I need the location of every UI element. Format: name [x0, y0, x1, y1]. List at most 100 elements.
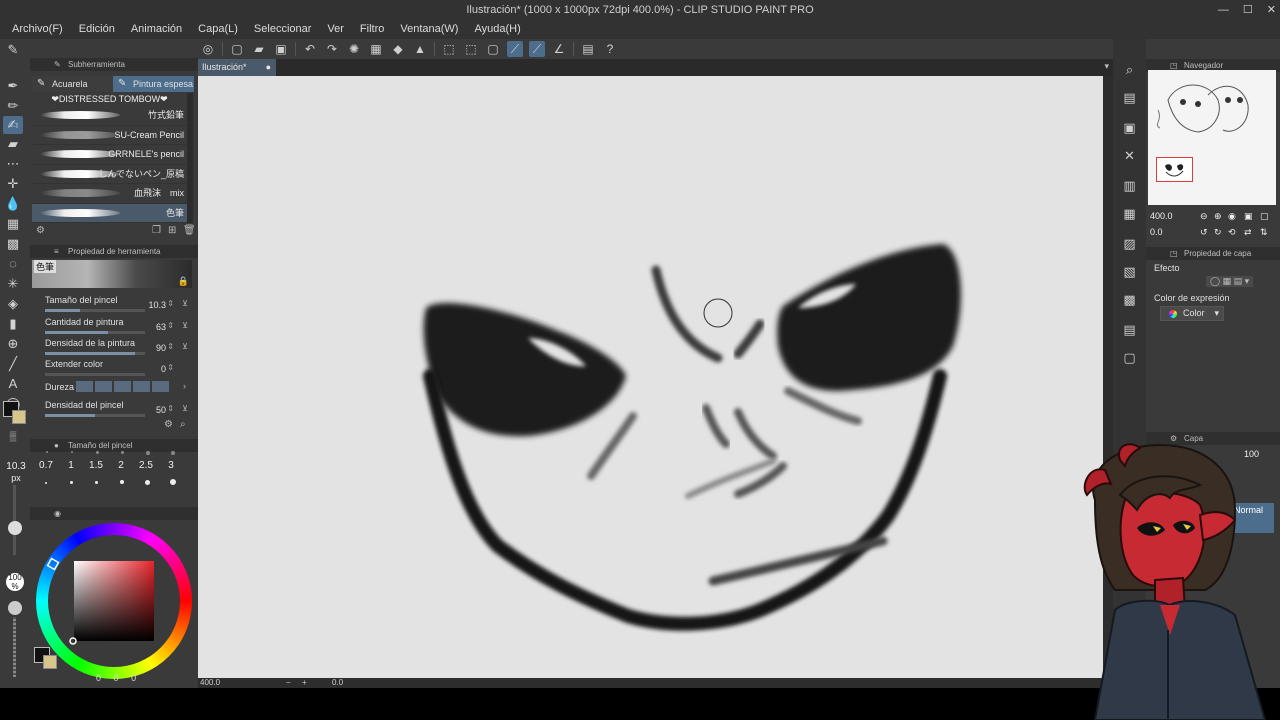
- brush-item[interactable]: 竹式鉛筆: [32, 106, 187, 126]
- lasso-tool-icon[interactable]: ◌: [3, 255, 23, 273]
- size-slider-track[interactable]: [13, 485, 16, 555]
- figure-tool-icon[interactable]: ▦: [3, 215, 23, 233]
- chevron-right-icon[interactable]: ›: [183, 381, 186, 391]
- color-value-h[interactable]: 0: [96, 673, 101, 683]
- pressure-icon[interactable]: ⊻: [182, 404, 188, 413]
- color-value-v[interactable]: 0: [131, 673, 136, 683]
- navigator-rotation-value[interactable]: 0.0: [1150, 227, 1163, 237]
- zoom-in-icon[interactable]: ⊕: [1214, 211, 1222, 222]
- clear-icon[interactable]: ▦: [368, 41, 384, 57]
- spin-icon[interactable]: ⇕: [167, 404, 174, 413]
- grid-tool-icon[interactable]: ▩: [3, 235, 23, 253]
- flip-vertical-icon[interactable]: ⇅: [1260, 227, 1268, 238]
- menu-ayuda[interactable]: Ayuda(H): [466, 20, 528, 39]
- effect-buttons[interactable]: ◯ ▦ ▤ ▾: [1206, 276, 1254, 287]
- color-value-s[interactable]: 0: [114, 673, 119, 683]
- pencil-icon[interactable]: ✏: [3, 97, 23, 115]
- brush-size-row[interactable]: Tamaño del pincel 10.3 ⇕ ⊻: [44, 294, 188, 314]
- property-bar[interactable]: [45, 373, 145, 376]
- size-preset[interactable]: 0.7: [36, 460, 56, 471]
- property-value[interactable]: 90: [156, 343, 166, 353]
- search-icon[interactable]: ⌕: [1121, 61, 1138, 78]
- opacity-slider-track[interactable]: [13, 617, 16, 677]
- property-bar[interactable]: [45, 331, 145, 334]
- delete-subtool-icon[interactable]: 🗑: [183, 225, 196, 236]
- tab-pintura-espesa[interactable]: ✎ Pintura espesa: [113, 76, 194, 92]
- size-preset[interactable]: 3: [161, 460, 181, 471]
- flip-horizontal-icon[interactable]: ⇄: [1244, 227, 1252, 238]
- status-zoom[interactable]: 400.0: [200, 678, 220, 688]
- crop-icon[interactable]: ▢: [485, 41, 501, 57]
- color-wheel[interactable]: [36, 523, 192, 679]
- size-preset[interactable]: 1: [61, 460, 81, 471]
- open-folder-icon[interactable]: ▰: [251, 41, 267, 57]
- menu-ver[interactable]: Ver: [319, 20, 352, 39]
- property-value[interactable]: 10.3: [148, 300, 166, 310]
- hardness-cell[interactable]: [133, 381, 150, 392]
- hardness-cell[interactable]: [152, 381, 169, 392]
- maximize-button[interactable]: ☐: [1243, 0, 1253, 20]
- pen-tool-icon[interactable]: ✒: [3, 77, 23, 95]
- pencil-tool-icon[interactable]: ✎: [3, 41, 23, 59]
- property-value[interactable]: 63: [156, 322, 166, 332]
- text-tool-icon[interactable]: A: [3, 375, 23, 393]
- paint-amount-row[interactable]: Cantidad de pintura 63 ⇕ ⊻: [44, 316, 188, 336]
- hardness-cell[interactable]: [95, 381, 112, 392]
- menu-edicion[interactable]: Edición: [71, 20, 123, 39]
- fill-icon[interactable]: ▲: [412, 41, 428, 57]
- status-angle[interactable]: 0.0: [332, 678, 343, 688]
- navigator-view-frame[interactable]: [1156, 157, 1193, 182]
- new-subtool-icon[interactable]: ⊞: [168, 225, 176, 236]
- snap-special-ruler-icon[interactable]: ⟋: [529, 41, 545, 57]
- sub-color-chip[interactable]: [43, 655, 57, 669]
- spin-icon[interactable]: ⇕: [167, 342, 174, 351]
- menu-ventana[interactable]: Ventana(W): [392, 20, 466, 39]
- zoom-out-icon[interactable]: ⊖: [1200, 211, 1208, 222]
- tab-acuarela[interactable]: ✎ Acuarela: [32, 76, 113, 92]
- size-dot[interactable]: [145, 480, 150, 485]
- auto-select-tool-icon[interactable]: ✳: [3, 275, 23, 293]
- transparent-color-icon[interactable]: ▒: [3, 427, 23, 445]
- size-preset[interactable]: 1.5: [86, 460, 106, 471]
- size-dot[interactable]: [45, 482, 47, 484]
- fit-window-icon[interactable]: ▢: [1260, 211, 1269, 222]
- layer-search-icon[interactable]: ▤: [1121, 89, 1138, 106]
- menu-seleccionar[interactable]: Seleccionar: [246, 20, 319, 39]
- property-bar[interactable]: [45, 414, 145, 417]
- fill-tool-icon[interactable]: ◈: [3, 295, 23, 313]
- eraser-tool-icon[interactable]: ▰: [3, 135, 23, 153]
- tab-menu-icon[interactable]: ▾: [1104, 61, 1109, 72]
- clip-studio-icon[interactable]: ◎: [200, 41, 216, 57]
- expression-color-dropdown[interactable]: Color ▾: [1160, 306, 1224, 321]
- brush-tool-icon[interactable]: ✍: [3, 116, 23, 134]
- color-wheel-graphic[interactable]: [36, 523, 192, 679]
- brush-density-row[interactable]: Densidad del pincel 50 ⇕ ⊻: [44, 399, 188, 419]
- export-icon[interactable]: ▢: [1121, 349, 1138, 366]
- menu-capa[interactable]: Capa(L): [190, 20, 246, 39]
- property-value[interactable]: 0: [161, 364, 166, 374]
- decoration-tool-icon[interactable]: ⋯: [3, 155, 23, 173]
- close-panel-icon[interactable]: ✕: [1121, 147, 1138, 164]
- brush-item-selected[interactable]: 色筆: [32, 203, 187, 223]
- item-bank-icon[interactable]: ▩: [1121, 291, 1138, 308]
- copy-subtool-icon[interactable]: ❐: [152, 225, 161, 236]
- opacity-slider-handle[interactable]: [8, 601, 22, 615]
- brush-item[interactable]: 血飛沫 mix: [32, 184, 187, 204]
- move-tool-icon[interactable]: ✛: [3, 175, 23, 193]
- size-dot[interactable]: [95, 481, 98, 484]
- actual-size-icon[interactable]: ◉: [1228, 211, 1236, 222]
- hardness-row[interactable]: Dureza ›: [44, 380, 188, 394]
- paint-density-row[interactable]: Densidad de la pintura 90 ⇕ ⊻: [44, 337, 188, 357]
- undo-icon[interactable]: ↶: [302, 41, 318, 57]
- hardness-cells[interactable]: [76, 381, 169, 392]
- close-tab-icon[interactable]: ●: [266, 59, 271, 76]
- brush-item[interactable]: しんでないペン_原稿: [32, 165, 187, 184]
- image-icon[interactable]: ▨: [1121, 235, 1138, 252]
- size-dot[interactable]: [170, 479, 176, 485]
- lock-icon[interactable]: 🔒: [178, 276, 189, 287]
- navigator-zoom-value[interactable]: 400.0: [1150, 211, 1173, 221]
- hardness-cell[interactable]: [114, 381, 131, 392]
- settings-icon[interactable]: ⚙: [36, 225, 45, 236]
- zoom-in-icon[interactable]: +: [302, 678, 307, 688]
- search-icon[interactable]: ⌕: [180, 419, 186, 430]
